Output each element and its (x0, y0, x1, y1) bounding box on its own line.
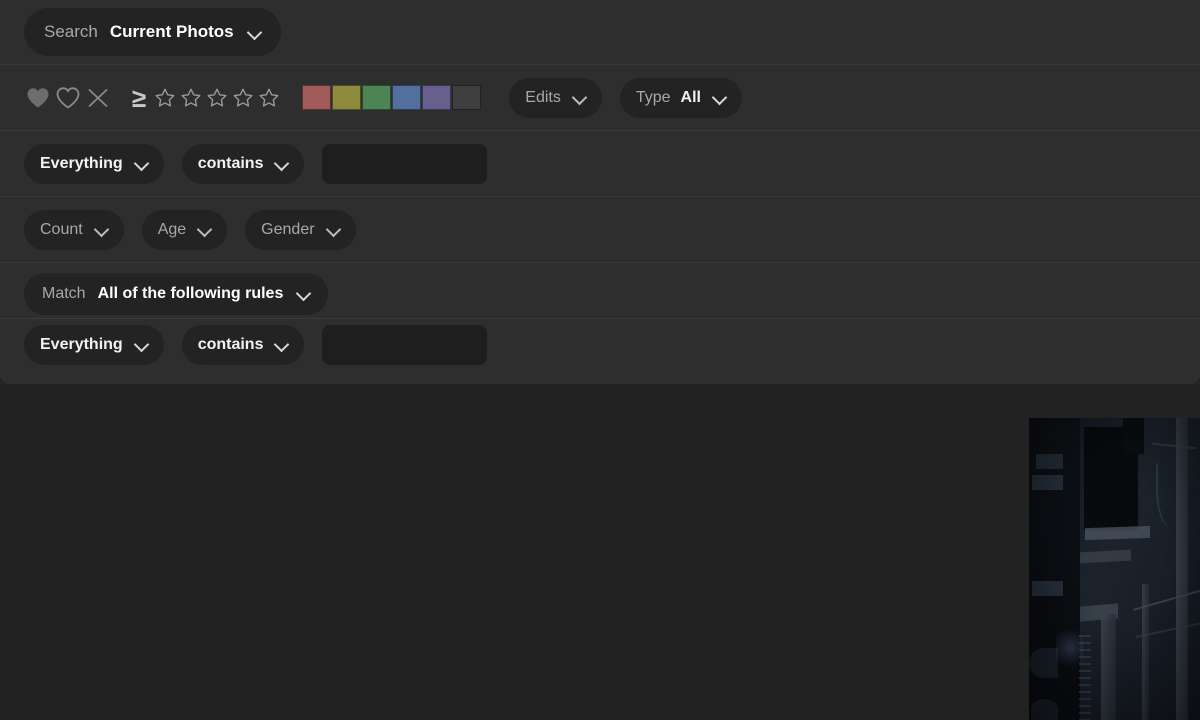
rule-row-top: Everything contains (0, 130, 1200, 196)
match-mode-dropdown[interactable]: Match All of the following rules (24, 273, 328, 315)
star-outline-icon[interactable] (154, 87, 176, 109)
photo-grid-area[interactable] (0, 384, 1200, 720)
red-label-swatch[interactable] (302, 85, 331, 110)
star-rating-filter[interactable] (154, 87, 280, 109)
rule-text-input-top[interactable] (322, 144, 487, 184)
match-row: Match All of the following rules (0, 262, 1200, 318)
vignette-overlay (1029, 418, 1200, 720)
chevron-down-icon (275, 157, 288, 170)
rule-operator-value-top: contains (198, 155, 264, 173)
app-window: Search Current Photos (0, 0, 1200, 720)
flag-filter-group (24, 84, 112, 112)
star-outline-icon[interactable] (206, 87, 228, 109)
match-mode-value: All of the following rules (98, 285, 284, 303)
star-outline-icon[interactable] (232, 87, 254, 109)
yellow-label-swatch[interactable] (332, 85, 361, 110)
gender-dropdown[interactable]: Gender (245, 210, 355, 250)
color-label-filter (302, 85, 481, 110)
purple-label-swatch[interactable] (422, 85, 451, 110)
chevron-down-icon (248, 26, 261, 39)
rule-text-input-bottom[interactable] (322, 325, 487, 365)
gender-label: Gender (261, 221, 314, 239)
type-dropdown[interactable]: Type All (620, 78, 742, 118)
edits-label: Edits (525, 89, 561, 107)
search-scope-dropdown[interactable]: Search Current Photos (24, 8, 281, 56)
star-outline-icon[interactable] (258, 87, 280, 109)
search-label: Search (44, 22, 98, 42)
type-value: All (681, 89, 701, 107)
chevron-down-icon (327, 223, 340, 236)
chevron-down-icon (95, 223, 108, 236)
photo-thumbnail[interactable] (1029, 418, 1200, 720)
search-scope-value: Current Photos (110, 22, 234, 42)
chevron-down-icon (573, 91, 586, 104)
search-row: Search Current Photos (0, 0, 1200, 64)
rule-operator-value-bottom: contains (198, 336, 264, 354)
x-reject-icon[interactable] (84, 84, 112, 112)
face-filter-row: Count Age Gender (0, 196, 1200, 262)
count-dropdown[interactable]: Count (24, 210, 124, 250)
thumbnail-image (1029, 418, 1200, 720)
rule-field-value-bottom: Everything (40, 336, 123, 354)
rule-row-bottom: Everything contains (0, 318, 1200, 378)
heart-outline-icon[interactable] (54, 84, 82, 112)
rule-field-value-top: Everything (40, 155, 123, 173)
chevron-down-icon (198, 223, 211, 236)
type-label: Type (636, 89, 671, 107)
chevron-down-icon (713, 91, 726, 104)
star-outline-icon[interactable] (180, 87, 202, 109)
filter-panel: Search Current Photos (0, 0, 1200, 384)
rule-field-dropdown-top[interactable]: Everything (24, 144, 164, 184)
rule-operator-dropdown-top[interactable]: contains (182, 144, 305, 184)
none-label-swatch[interactable] (452, 85, 481, 110)
rating-comparator-toggle[interactable]: ≥ (132, 85, 146, 111)
chevron-down-icon (297, 287, 310, 300)
rule-field-dropdown-bottom[interactable]: Everything (24, 325, 164, 365)
count-label: Count (40, 221, 83, 239)
blue-label-swatch[interactable] (392, 85, 421, 110)
rule-operator-dropdown-bottom[interactable]: contains (182, 325, 305, 365)
match-label: Match (42, 285, 86, 303)
edits-dropdown[interactable]: Edits (509, 78, 602, 118)
heart-filled-icon[interactable] (24, 84, 52, 112)
age-dropdown[interactable]: Age (142, 210, 227, 250)
chevron-down-icon (275, 338, 288, 351)
rating-filter-row: ≥ (0, 64, 1200, 130)
age-label: Age (158, 221, 186, 239)
chevron-down-icon (135, 157, 148, 170)
green-label-swatch[interactable] (362, 85, 391, 110)
chevron-down-icon (135, 338, 148, 351)
